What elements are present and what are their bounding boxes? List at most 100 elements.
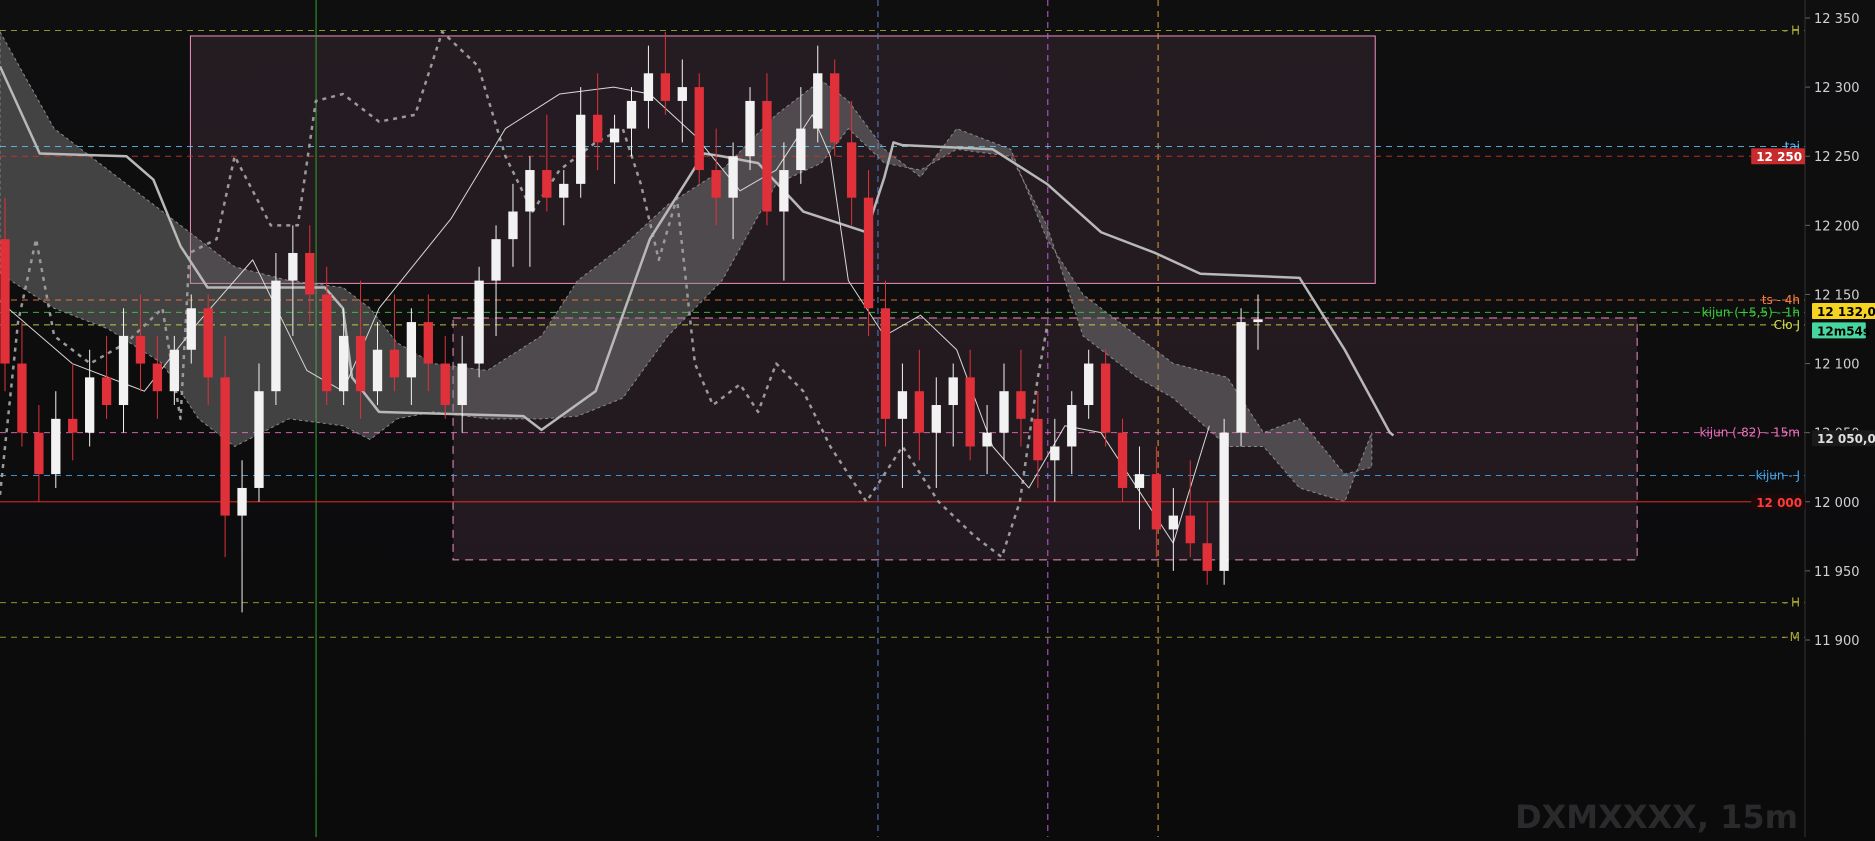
candle-body (355, 335, 366, 392)
candle-body (440, 363, 450, 406)
hline-label-10: - H (1783, 596, 1800, 610)
candle-body (1033, 418, 1043, 461)
price-badge-text: 12 000 (1756, 496, 1802, 510)
candle-body (948, 377, 958, 406)
candle[interactable] (830, 59, 840, 157)
candle-body (931, 405, 941, 433)
candle-body (576, 114, 586, 184)
candle-body (1016, 391, 1026, 419)
candle-body (0, 239, 10, 364)
candle-body (1151, 474, 1162, 530)
price-badge-text: 12 050,00 (1817, 432, 1875, 446)
candle-body (51, 418, 61, 475)
candle-body (152, 363, 163, 392)
candle-body (1202, 543, 1212, 571)
candle-body (1067, 405, 1077, 447)
price-tick-label: 12 100 (1814, 358, 1860, 373)
candle-body (68, 418, 78, 433)
candle[interactable] (101, 335, 112, 419)
candle-body (745, 100, 755, 157)
candle[interactable] (17, 322, 27, 447)
candle-body (34, 432, 44, 475)
price-badge: 12 050,00 (1812, 430, 1875, 446)
price-tick-label: 11 900 (1814, 634, 1860, 649)
hline-label-7: kijun (-82) - 15m (1699, 426, 1800, 440)
candle-body (1236, 322, 1246, 433)
candle[interactable] (1219, 418, 1229, 585)
candle-body (118, 335, 129, 406)
candle-body (1168, 515, 1178, 530)
price-tick-label: 12 000 (1814, 496, 1860, 511)
candle[interactable] (68, 363, 78, 461)
price-badge: 12 132,00 (1812, 303, 1875, 319)
candle-body (762, 100, 772, 212)
hline-label-8: kijun - J (1756, 469, 1800, 483)
candle-body (254, 391, 264, 488)
candle-body (135, 335, 146, 364)
candle-body (846, 142, 857, 198)
candle-body (813, 73, 823, 129)
candle-body (372, 349, 383, 392)
candle-body (186, 308, 196, 350)
candle[interactable] (474, 266, 484, 378)
candle-body (525, 170, 535, 212)
price-badge-text: 12 250 (1756, 150, 1802, 164)
candle[interactable] (85, 349, 95, 447)
candle[interactable] (1100, 349, 1111, 447)
candle-body (880, 308, 891, 419)
candle-body (863, 197, 874, 309)
price-badge-text: 12 132,00 (1817, 305, 1875, 319)
candle-body (559, 183, 569, 198)
candle-body (389, 349, 400, 378)
candle-body (779, 170, 789, 212)
candle-body (237, 487, 247, 516)
candle-body (491, 239, 501, 281)
candle-body (338, 335, 349, 392)
candle-body (609, 128, 620, 143)
price-tick-label: 12 300 (1814, 81, 1860, 96)
hline-label-1: - H (1783, 23, 1800, 37)
price-tick-label: 12 200 (1814, 219, 1860, 234)
candle-body (1253, 319, 1263, 323)
candle-body (796, 128, 806, 171)
candle-body (85, 377, 95, 433)
hline-label-6: Clo J (1774, 318, 1800, 332)
candle-body (508, 211, 518, 240)
candle-body (965, 377, 975, 447)
candle-body (1134, 474, 1145, 488)
candle-body (626, 100, 637, 129)
price-badge: 12m54s (1812, 322, 1870, 339)
candle-body (914, 391, 925, 433)
price-chart[interactable]: 12 350 12 300 12 250 12 200 12 150 12 100 12 0… (0, 0, 1875, 837)
candle-body (982, 432, 992, 447)
candle-body (1100, 363, 1111, 433)
chart-canvas[interactable]: 12 350 12 300 12 250 12 200 12 150 12 100 12 0… (0, 0, 1875, 837)
price-tick-label: 12 250 (1814, 150, 1860, 165)
candle-body (1219, 432, 1229, 571)
candle-body (677, 87, 687, 101)
candle-body (271, 280, 281, 392)
candle-body (17, 363, 27, 433)
candle[interactable] (34, 405, 44, 502)
candle[interactable] (51, 391, 61, 488)
candle[interactable] (1236, 308, 1246, 447)
candle-body (322, 294, 332, 392)
candle[interactable] (694, 73, 704, 184)
hline-label-11: - M (1782, 630, 1801, 644)
symbol-watermark: DXMXXXX, 15m (1515, 798, 1798, 836)
candle-body (728, 156, 738, 198)
candle-body (1050, 446, 1060, 461)
candle-body (423, 322, 433, 364)
candle-body (660, 73, 671, 101)
candle-body (542, 170, 552, 198)
candle-body (220, 377, 230, 516)
candle-body (101, 377, 112, 406)
price-badge: 12 250 (1751, 148, 1805, 165)
candle[interactable] (237, 460, 247, 613)
price-tick-label: 12 350 (1814, 12, 1860, 27)
candle-body (592, 114, 603, 143)
candle-body (897, 391, 908, 419)
candle-body (203, 308, 213, 378)
candle-body (169, 349, 179, 392)
candle-body (1084, 363, 1094, 406)
